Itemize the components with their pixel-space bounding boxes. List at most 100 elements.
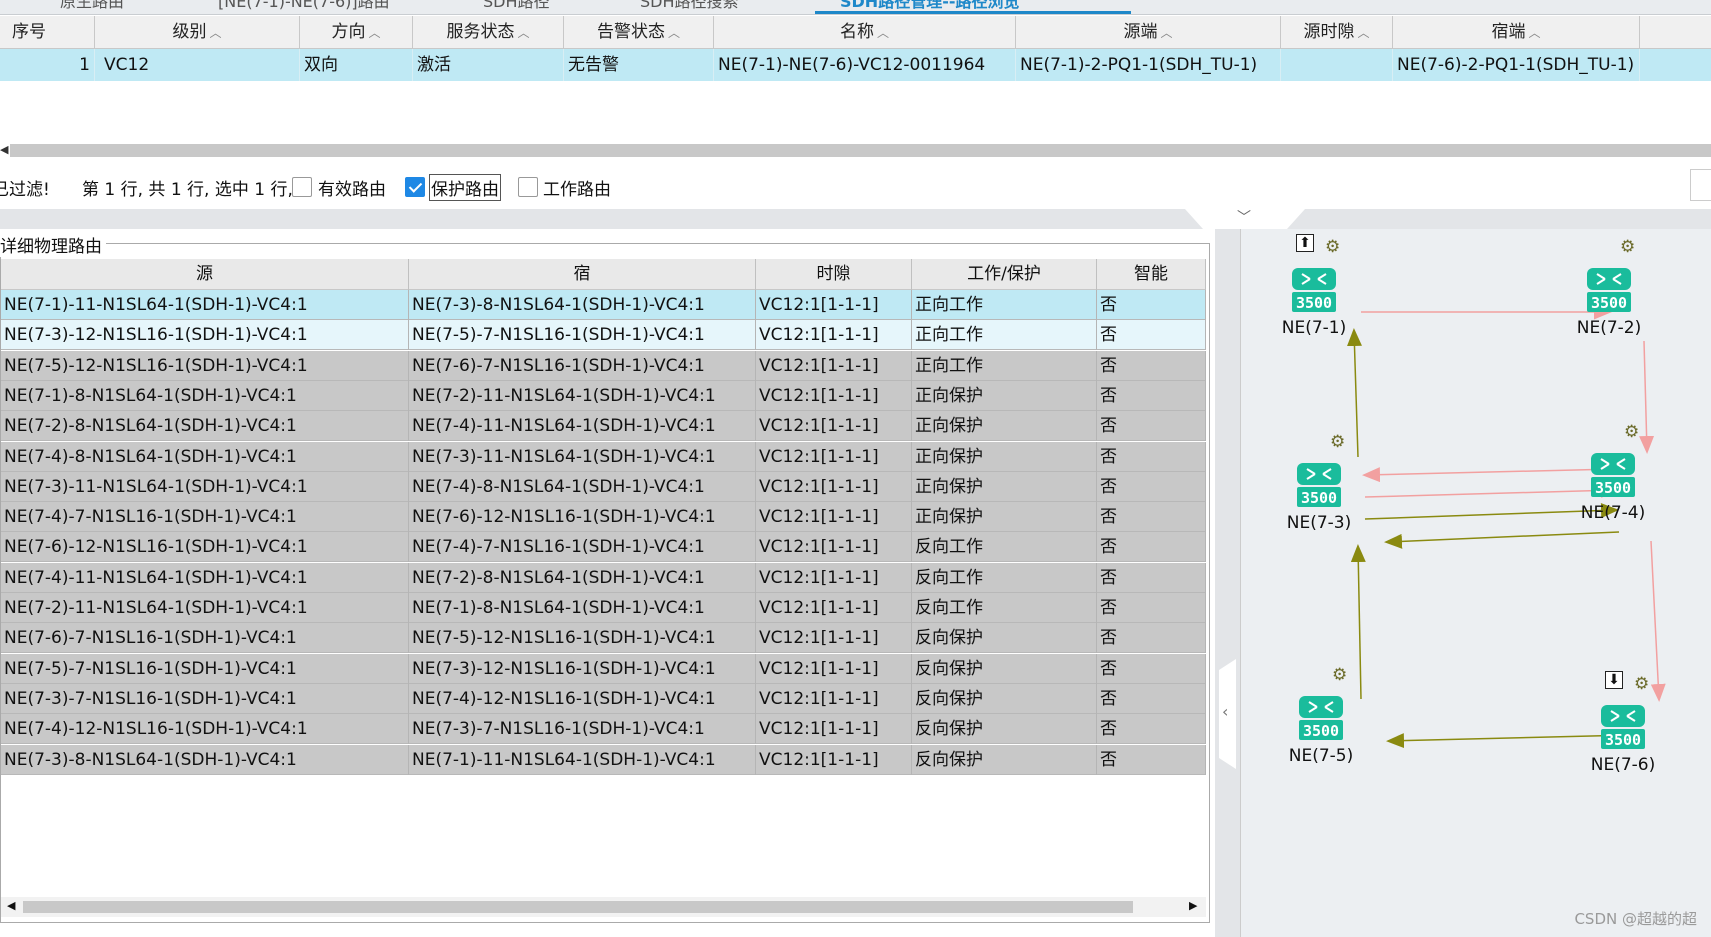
scroll-left-icon[interactable]: ◀ <box>0 143 8 156</box>
cell-sink: NE(7-6)-12-N1SL16-1(SDH-1)-VC4:1 <box>409 502 756 533</box>
table-row[interactable]: NE(7-1)-11-N1SL64-1(SDH-1)-VC4:1 NE(7-3)-… <box>1 290 1206 320</box>
node-label: NE(7-6) <box>1590 755 1656 775</box>
cell-sink: NE(7-4)-11-N1SL64-1(SDH-1)-VC4:1 <box>409 411 756 442</box>
tab-ne-route[interactable]: [NE(7-1)-NE(7-6)]路由 <box>218 0 390 14</box>
col-timeslot[interactable]: 时隙 <box>756 259 912 290</box>
cell-service-state: 激活 <box>413 49 564 81</box>
table-row[interactable]: NE(7-5)-12-N1SL16-1(SDH-1)-VC4:1 NE(7-6)-… <box>1 350 1206 381</box>
cell-source-slot <box>1281 49 1393 81</box>
valid-route-checkbox[interactable] <box>292 177 312 197</box>
cell-sink: NE(7-3)-11-N1SL64-1(SDH-1)-VC4:1 <box>409 441 756 472</box>
tab-native-route[interactable]: 原生路由 <box>60 0 124 14</box>
table-row[interactable]: NE(7-3)-8-N1SL64-1(SDH-1)-VC4:1 NE(7-1)-1… <box>1 744 1206 775</box>
table-row[interactable]: NE(7-2)-8-N1SL64-1(SDH-1)-VC4:1 NE(7-4)-1… <box>1 411 1206 442</box>
protect-route-checkbox[interactable] <box>405 177 425 197</box>
splitter-handle[interactable]: ﹀ <box>1185 209 1305 229</box>
topology-view[interactable]: 3500 ⚙ ⬆ NE(7-1) 3500 ⚙ NE(7-2) 3500 ⚙ NE(7-3) 350… <box>1240 229 1711 937</box>
col-sink[interactable]: 宿 <box>409 259 756 290</box>
col-service-state[interactable]: 服务状态 ︿ <box>413 16 564 49</box>
table-row[interactable]: NE(7-3)-11-N1SL64-1(SDH-1)-VC4:1 NE(7-4)-… <box>1 471 1206 502</box>
col-src[interactable]: 源 <box>1 259 409 290</box>
cell-work-protect: 正向保护 <box>912 411 1097 442</box>
cell-smart: 否 <box>1097 502 1206 533</box>
detail-route-panel: 详细物理路由 源 宿 时隙 工作/保护 智能 NE(7-1)-11-N1SL64… <box>0 229 1215 937</box>
gear-icon: ⚙ <box>1325 237 1341 257</box>
cell-smart: 否 <box>1097 683 1206 714</box>
table-row[interactable]: NE(7-1)-8-N1SL64-1(SDH-1)-VC4:1 NE(7-2)-1… <box>1 380 1206 411</box>
cell-work-protect: 反向工作 <box>912 562 1097 593</box>
tab-sdh-path-search[interactable]: SDH路径搜索 <box>640 0 739 14</box>
cell-timeslot: VC12:1[1-1-1] <box>756 653 912 684</box>
splitter-grip[interactable]: ‹ <box>1219 659 1236 769</box>
cell-smart: 否 <box>1097 290 1206 320</box>
detail-horizontal-scrollbar[interactable]: ◀ ▶ <box>1 897 1206 917</box>
node-label: NE(7-2) <box>1576 318 1642 338</box>
panel-splitter[interactable] <box>0 209 1711 229</box>
cell-smart: 否 <box>1097 350 1206 381</box>
sort-icon: ︿ <box>517 26 530 40</box>
table-row[interactable]: NE(7-4)-12-N1SL16-1(SDH-1)-VC4:1 NE(7-3)-… <box>1 714 1206 745</box>
scrollbar-thumb[interactable] <box>23 901 1133 913</box>
col-smart[interactable]: 智能 <box>1097 259 1206 290</box>
cell-src: NE(7-4)-8-N1SL64-1(SDH-1)-VC4:1 <box>1 441 409 472</box>
col-direction[interactable]: 方向 ︿ <box>300 16 413 49</box>
protect-route-label[interactable]: 保护路由 <box>429 174 501 201</box>
scrollbar-thumb[interactable] <box>10 144 1711 157</box>
table-row[interactable]: NE(7-4)-8-N1SL64-1(SDH-1)-VC4:1 NE(7-3)-1… <box>1 441 1206 472</box>
network-element-node[interactable]: 3500 ⚙ NE(7-5) <box>1289 665 1354 775</box>
tab-sdh-path[interactable]: SDH路径 <box>483 0 550 14</box>
table-row[interactable]: NE(7-3)-7-N1SL16-1(SDH-1)-VC4:1 NE(7-4)-1… <box>1 683 1206 714</box>
table-row[interactable]: NE(7-4)-11-N1SL64-1(SDH-1)-VC4:1 NE(7-2)-… <box>1 562 1206 593</box>
col-work-protect[interactable]: 工作/保护 <box>912 259 1097 290</box>
cell-smart: 否 <box>1097 380 1206 411</box>
table-row[interactable]: 1 VC12 双向 激活 无告警 NE(7-1)-NE(7-6)-VC12-00… <box>0 49 1711 81</box>
cell-timeslot: VC12:1[1-1-1] <box>756 471 912 502</box>
col-level[interactable]: 级别 ︿ <box>95 16 300 49</box>
network-element-node[interactable]: 3500 ⚙ ⬆ NE(7-1) <box>1282 234 1346 347</box>
scroll-left-icon[interactable]: ◀ <box>7 899 15 912</box>
cell-src: NE(7-3)-12-N1SL16-1(SDH-1)-VC4:1 <box>1 320 409 351</box>
link-7-3-to-7-4-protect <box>1364 482 1619 498</box>
cell-src: NE(7-5)-12-N1SL16-1(SDH-1)-VC4:1 <box>1 350 409 381</box>
col-name[interactable]: 名称 ︿ <box>714 16 1016 49</box>
scroll-right-icon[interactable]: ▶ <box>1189 899 1197 912</box>
table-row[interactable]: NE(7-4)-7-N1SL16-1(SDH-1)-VC4:1 NE(7-6)-1… <box>1 502 1206 533</box>
cell-timeslot: VC12:1[1-1-1] <box>756 562 912 593</box>
table-row[interactable]: NE(7-3)-12-N1SL16-1(SDH-1)-VC4:1 NE(7-5)-… <box>1 320 1206 351</box>
cell-work-protect: 正向保护 <box>912 441 1097 472</box>
svg-text:3500: 3500 <box>1301 489 1337 507</box>
vertical-splitter[interactable]: ‹ <box>1215 229 1240 937</box>
link-7-3-to-7-1 <box>1346 328 1362 458</box>
col-source-slot[interactable]: 源时隙 ︿ <box>1281 16 1393 49</box>
cell-timeslot: VC12:1[1-1-1] <box>756 441 912 472</box>
col-sink[interactable]: 宿端 ︿ <box>1393 16 1640 49</box>
cell-work-protect: 反向保护 <box>912 744 1097 775</box>
cell-src: NE(7-4)-11-N1SL64-1(SDH-1)-VC4:1 <box>1 562 409 593</box>
table-row[interactable]: NE(7-5)-7-N1SL16-1(SDH-1)-VC4:1 NE(7-3)-1… <box>1 653 1206 684</box>
work-route-checkbox[interactable] <box>518 177 538 197</box>
table-row[interactable]: NE(7-2)-11-N1SL64-1(SDH-1)-VC4:1 NE(7-1)-… <box>1 593 1206 623</box>
cell-timeslot: VC12:1[1-1-1] <box>756 350 912 381</box>
horizontal-scrollbar[interactable]: ◀ <box>0 138 1711 162</box>
cell-sink: NE(7-4)-8-N1SL64-1(SDH-1)-VC4:1 <box>409 471 756 502</box>
col-index[interactable]: 序号 <box>0 16 95 49</box>
svg-text:3500: 3500 <box>1303 722 1339 740</box>
cell-src: NE(7-1)-8-N1SL64-1(SDH-1)-VC4:1 <box>1 380 409 411</box>
col-alarm-state[interactable]: 告警状态 ︿ <box>564 16 714 49</box>
cell-src: NE(7-3)-11-N1SL64-1(SDH-1)-VC4:1 <box>1 471 409 502</box>
filter-bar: 已过滤! 第 1 行, 共 1 行, 选中 1 行, 有效路由 保护路由 工作路… <box>0 165 1711 209</box>
cell-work-protect: 反向保护 <box>912 714 1097 745</box>
cell-sink: NE(7-3)-8-N1SL64-1(SDH-1)-VC4:1 <box>409 290 756 320</box>
network-element-node[interactable]: 3500 ⚙ ⬇ NE(7-6) <box>1591 671 1655 784</box>
source-marker-icon: ⬆ <box>1296 234 1314 252</box>
table-row[interactable]: NE(7-6)-12-N1SL16-1(SDH-1)-VC4:1 NE(7-4)-… <box>1 532 1206 563</box>
network-element-node[interactable]: 3500 ⚙ NE(7-2) <box>1577 237 1642 347</box>
cell-src: NE(7-5)-7-N1SL16-1(SDH-1)-VC4:1 <box>1 653 409 684</box>
network-element-node[interactable]: 3500 ⚙ NE(7-4) <box>1581 422 1646 532</box>
network-element-node[interactable]: 3500 ⚙ NE(7-3) <box>1287 432 1352 542</box>
table-row[interactable]: NE(7-6)-7-N1SL16-1(SDH-1)-VC4:1 NE(7-5)-1… <box>1 623 1206 654</box>
valid-route-label[interactable]: 有效路由 <box>318 175 386 200</box>
work-route-label[interactable]: 工作路由 <box>543 175 611 200</box>
col-source[interactable]: 源端 ︿ <box>1016 16 1281 49</box>
cell-sink: NE(7-2)-11-N1SL64-1(SDH-1)-VC4:1 <box>409 380 756 411</box>
